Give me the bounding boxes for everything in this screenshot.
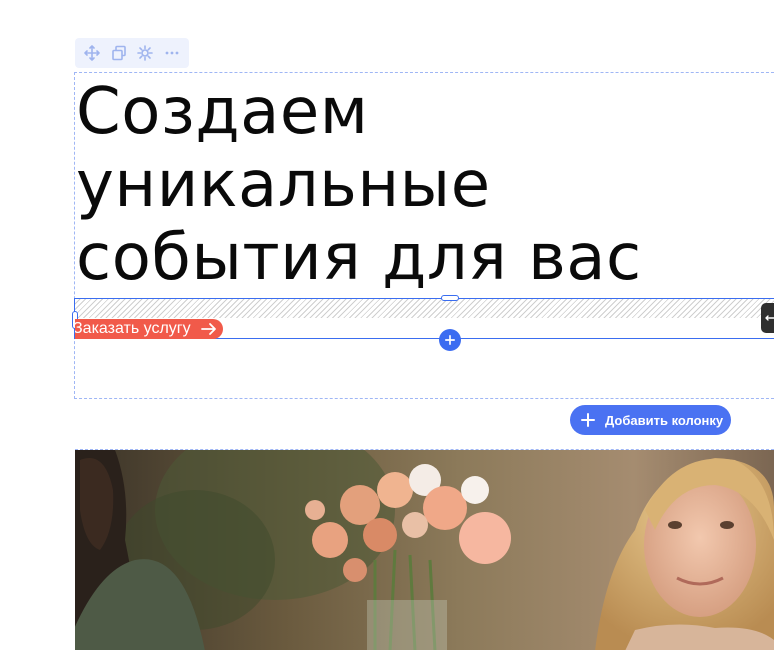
hero-photo[interactable]	[75, 449, 774, 650]
move-icon[interactable]	[83, 44, 101, 62]
heading-line: события для вас	[76, 221, 642, 295]
heading-line: уникальные	[76, 148, 491, 222]
block-toolbar	[75, 38, 189, 68]
side-panel-toggle[interactable]	[761, 303, 774, 333]
arrow-right-icon	[200, 322, 217, 336]
resize-handle-top[interactable]	[441, 295, 459, 301]
add-column-label: Добавить колонку	[605, 412, 724, 428]
add-element-button[interactable]	[439, 329, 461, 351]
heading-line: Создаем	[76, 75, 369, 149]
add-column-button[interactable]: Добавить колонку	[570, 405, 731, 435]
page-title[interactable]: Создаем уникальные события для вас	[76, 76, 642, 295]
plus-icon	[445, 335, 455, 345]
settings-icon[interactable]	[136, 44, 154, 62]
more-icon[interactable]	[163, 44, 181, 62]
plus-icon	[581, 413, 595, 427]
order-service-label: Заказать услугу	[75, 320, 191, 337]
arrows-icon	[765, 315, 774, 321]
duplicate-icon[interactable]	[110, 44, 128, 62]
photo-people-flowers	[75, 450, 774, 650]
order-service-button[interactable]: Заказать услугу	[75, 319, 223, 339]
